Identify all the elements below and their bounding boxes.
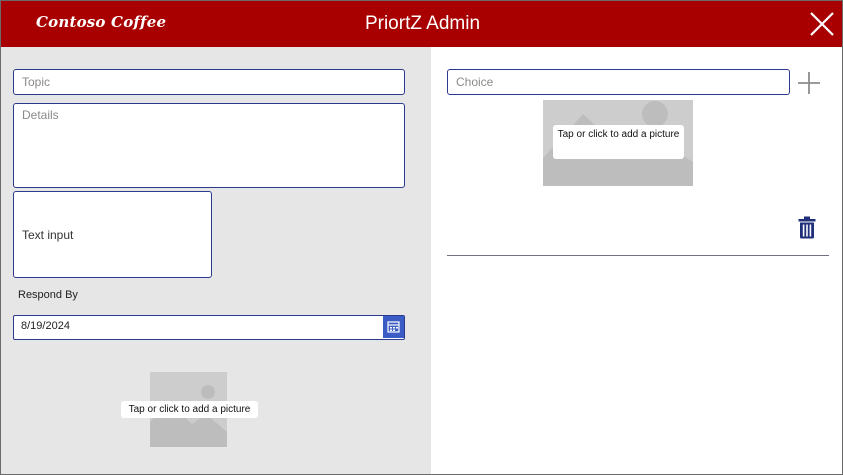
page-title: PriortZ Admin [364, 13, 481, 34]
calendar-icon [387, 321, 400, 333]
choice-input[interactable] [447, 69, 790, 95]
respond-by-date-picker[interactable]: 8/19/2024 [13, 315, 405, 340]
calendar-button[interactable] [383, 316, 404, 338]
choice-divider [447, 255, 829, 256]
topic-input[interactable] [13, 69, 405, 95]
respond-by-label: Respond By [18, 289, 78, 301]
header-bar: Contoso Coffee PriortZ Admin [1, 1, 842, 47]
left-form-pane: Respond By 8/19/2024 Tap or [1, 47, 431, 474]
text-input-field[interactable] [13, 191, 212, 278]
app-frame: Contoso Coffee PriortZ Admin Respond By … [0, 0, 843, 475]
delete-choice-button[interactable] [798, 216, 816, 239]
add-picture-label[interactable]: Tap or click to add a picture [121, 401, 258, 418]
details-input[interactable] [13, 103, 405, 188]
close-button[interactable] [809, 11, 835, 37]
trash-icon [798, 216, 816, 239]
respond-by-date-value: 8/19/2024 [21, 320, 70, 332]
close-icon [810, 12, 834, 36]
right-choices-pane: Tap or click to add a picture [431, 47, 842, 474]
add-choice-button[interactable] [797, 71, 821, 95]
choice-add-picture-label[interactable]: Tap or click to add a picture [553, 125, 684, 159]
plus-icon [798, 72, 820, 94]
